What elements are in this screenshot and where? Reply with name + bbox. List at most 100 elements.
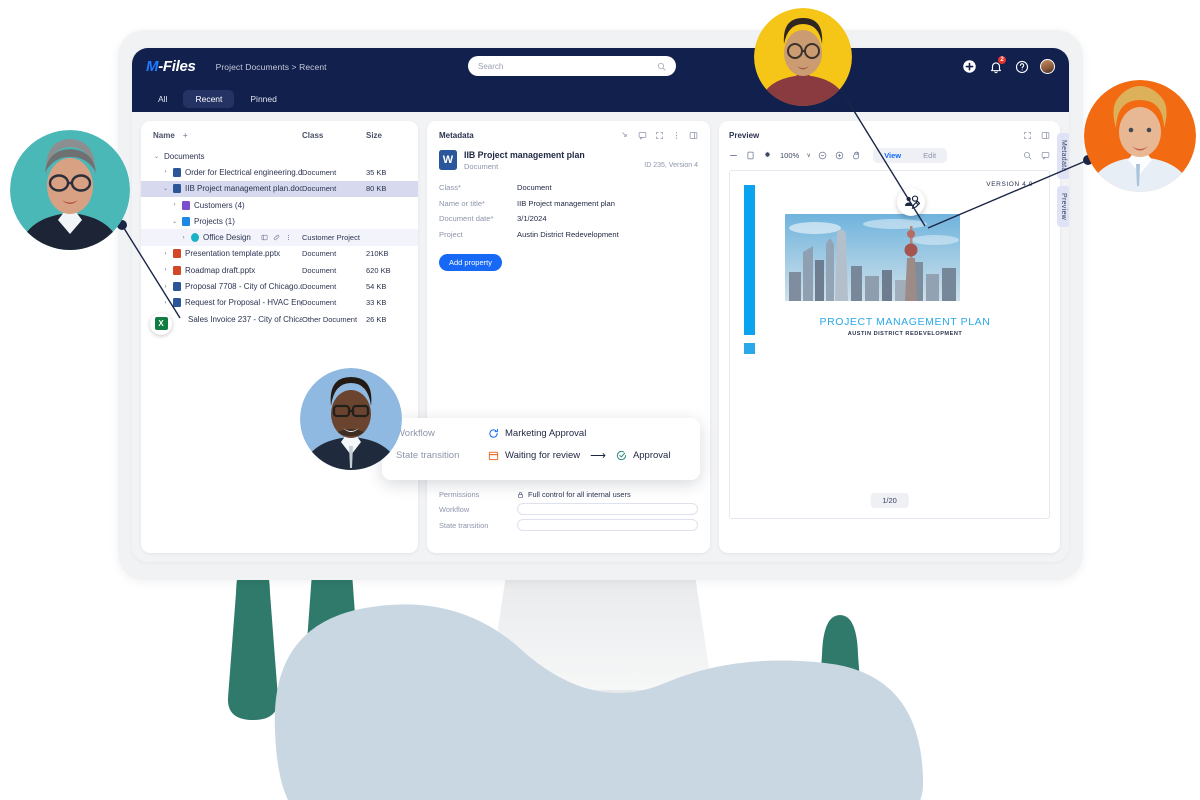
settings-icon[interactable] [763, 151, 772, 160]
metadata-panel: Metadata W IIB Project management plan D… [427, 121, 710, 553]
calendar-icon [488, 451, 499, 461]
state-from-wrap[interactable]: Waiting for review [488, 450, 580, 461]
workflow-popup-value-wrap[interactable]: Marketing Approval [488, 428, 586, 439]
tab-pinned[interactable]: Pinned [238, 90, 288, 108]
search-icon[interactable] [1023, 151, 1032, 160]
persona-bottom [300, 368, 402, 470]
breadcrumb[interactable]: Project Documents > Recent [216, 62, 327, 72]
chevron-right-icon[interactable]: › [162, 284, 169, 290]
accent-bar [744, 185, 755, 335]
search-icon [657, 62, 666, 71]
sort-icon[interactable]: + [183, 131, 188, 140]
add-property-button[interactable]: Add property [439, 254, 502, 271]
chevron-right-icon[interactable]: › [180, 235, 187, 241]
metadata-property-value[interactable]: IIB Project management plan [517, 199, 615, 208]
column-name[interactable]: Name + [153, 131, 302, 140]
table-row[interactable]: › Office Design Customer Project [141, 229, 418, 246]
edit-tab[interactable]: Edit [912, 148, 947, 163]
file-class-cell: Document [302, 282, 337, 292]
file-name-label: Projects (1) [194, 216, 235, 226]
page-indicator[interactable]: 1/20 [870, 493, 909, 508]
co-edit-user-icon[interactable] [897, 188, 925, 216]
preview-header-icons [1023, 131, 1050, 140]
more-icon[interactable] [285, 234, 292, 241]
app-window: M-Files Project Documents > Recent Searc… [132, 48, 1069, 562]
column-size[interactable]: Size [366, 131, 406, 140]
file-class-cell: Document [302, 298, 337, 308]
table-row[interactable]: › Request for Proposal - HVAC Engineerin.… [141, 295, 418, 311]
file-name-label: Presentation template.pptx [185, 249, 281, 259]
mfiles-logo[interactable]: M-Files [146, 58, 196, 75]
chevron-right-icon[interactable]: › [162, 251, 169, 257]
zoom-in-icon[interactable] [835, 151, 844, 160]
table-row[interactable]: › Proposal 7708 - City of Chicago.docxDoc… [141, 278, 418, 294]
metadata-property-value[interactable]: Document [517, 183, 552, 192]
topbar-actions: 2 [962, 56, 1055, 74]
table-row[interactable]: ⌄ Documents [141, 148, 418, 164]
table-row[interactable]: X Sales Invoice 237 - City of Chicago.xls… [141, 311, 418, 335]
checkout-icon[interactable] [621, 131, 630, 140]
comment-icon[interactable] [1041, 151, 1050, 160]
metadata-property-value[interactable]: Austin District Redevelopment [517, 230, 619, 239]
file-list-header: Name + Class Size [141, 131, 418, 148]
permissions-value-wrap[interactable]: Full control for all internal users [517, 490, 631, 499]
user-avatar[interactable] [1040, 59, 1055, 74]
search-input[interactable] [478, 61, 657, 71]
table-row[interactable]: ⌄ IIB Project management plan.docx Documen… [141, 180, 418, 197]
chevron-right-icon[interactable]: › [171, 202, 178, 208]
skyline-photo [785, 214, 960, 301]
metadata-property-value[interactable]: 3/1/2024 [517, 214, 547, 223]
excel-file-icon[interactable]: X [150, 312, 172, 335]
file-name-cell: ⌄ Documents [153, 152, 302, 161]
side-tab-preview[interactable]: Preview [1057, 185, 1069, 227]
view-tab[interactable]: View [873, 148, 913, 163]
table-row[interactable]: ⌄ Projects (1) [141, 213, 418, 229]
chevron-down-icon[interactable]: ⌄ [162, 185, 169, 192]
refresh-icon [489, 428, 498, 438]
search-bar[interactable] [468, 56, 676, 76]
expand-icon[interactable] [1023, 131, 1032, 140]
table-row[interactable]: › Presentation template.pptx Document 210KB [141, 246, 418, 262]
hand-icon[interactable] [852, 151, 861, 160]
comment-icon[interactable] [638, 131, 647, 140]
tab-all[interactable]: All [146, 90, 179, 108]
chevron-down-icon[interactable]: v [807, 153, 810, 159]
side-tab-metadata[interactable]: Metadata [1057, 133, 1069, 179]
file-name-label: Office Design [203, 233, 251, 243]
expand-icon[interactable] [655, 131, 664, 140]
add-icon[interactable] [962, 59, 977, 74]
zoom-level[interactable]: 100% [780, 151, 799, 160]
chevron-down-icon[interactable]: ⌄ [153, 153, 160, 160]
table-row[interactable]: › Order for Electrical engineering.docx Do… [141, 164, 418, 180]
chevron-right-icon[interactable]: › [162, 300, 169, 306]
menu-icon[interactable] [729, 151, 738, 160]
tab-recent[interactable]: Recent [183, 89, 235, 108]
layout-icon[interactable] [689, 131, 698, 140]
document-preview-page[interactable]: VERSION 4.0 PROJECT MANAGEMENT PLAN AUST… [729, 170, 1050, 519]
properties-icon[interactable] [261, 234, 268, 241]
help-icon[interactable] [1014, 59, 1029, 74]
table-row[interactable]: › Roadmap draft.pptx Document 620 KB [141, 262, 418, 278]
state-to-wrap[interactable]: Approval [616, 450, 670, 461]
view-tabs: All Recent Pinned [132, 85, 1069, 112]
screenshot-root: M-Files Project Documents > Recent Searc… [0, 0, 1200, 800]
link-icon[interactable] [273, 234, 280, 241]
file-size-cell: 26 KB [366, 314, 387, 324]
word-file-icon [173, 167, 181, 177]
notifications-icon[interactable]: 2 [988, 56, 1006, 74]
metadata-property-key: Name or title* [439, 198, 486, 208]
column-class[interactable]: Class [302, 131, 366, 140]
persona-left [10, 130, 130, 250]
persona-top [754, 8, 852, 106]
more-icon[interactable] [672, 131, 681, 140]
chevron-right-icon[interactable]: › [162, 267, 169, 273]
page-layout-icon[interactable] [746, 151, 755, 160]
chevron-right-icon[interactable]: › [162, 169, 169, 175]
chevron-down-icon[interactable]: ⌄ [171, 218, 178, 225]
file-name-label: Sales Invoice 237 - City of Chicago.xls [188, 314, 302, 324]
layout-icon[interactable] [1041, 131, 1050, 140]
table-row[interactable]: › Customers (4) [141, 197, 418, 213]
workflow-field[interactable] [517, 503, 698, 515]
zoom-out-icon[interactable] [818, 151, 827, 160]
state-transition-field[interactable] [517, 519, 698, 531]
